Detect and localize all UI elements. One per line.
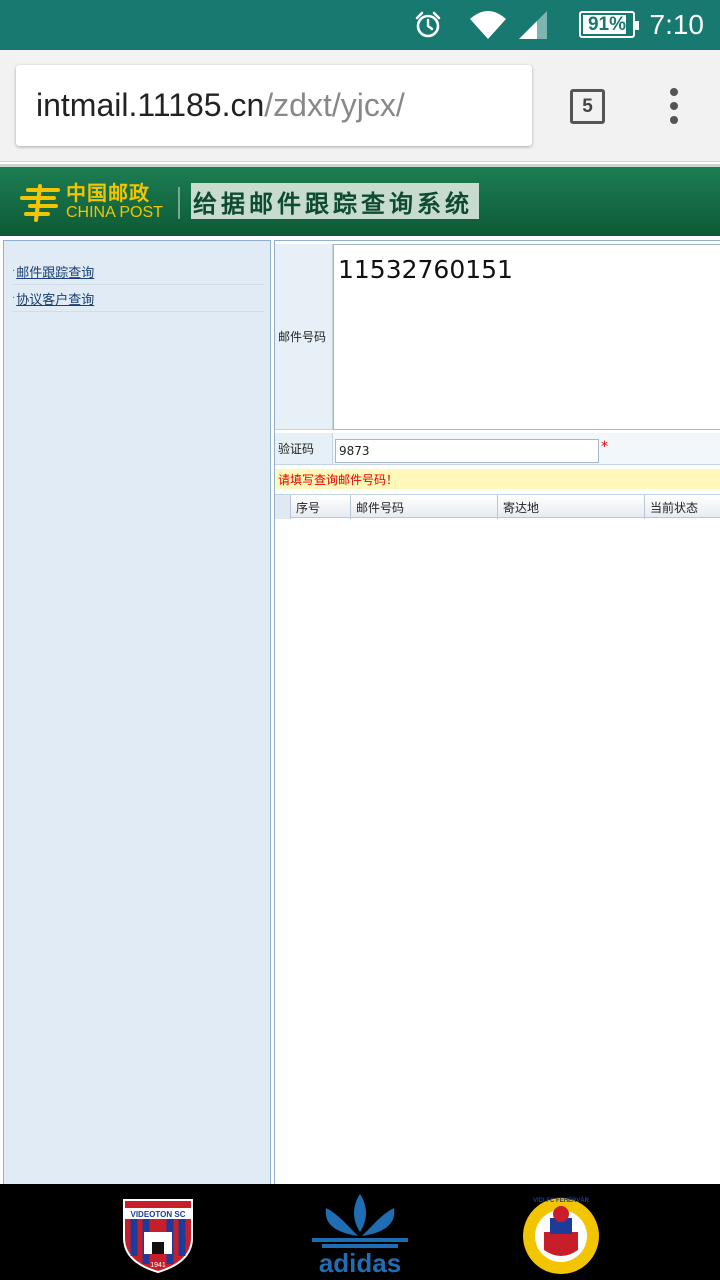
battery-percent: 91% — [587, 13, 627, 35]
captcha-label: 验证码 — [275, 433, 333, 465]
bullet-icon: · — [12, 265, 16, 277]
adidas-wordmark: adidas — [319, 1248, 401, 1276]
bullet-icon: · — [12, 292, 16, 304]
row-selector-header — [275, 495, 290, 519]
alarm-icon — [410, 0, 446, 50]
mail-number-textarea[interactable]: 11532760151 — [333, 244, 720, 430]
overflow-menu-icon[interactable] — [660, 84, 688, 128]
videoton-badge-icon: VIDEOTON SC 1941 — [118, 1196, 198, 1278]
adidas-logo: adidas — [308, 1192, 412, 1280]
china-post-logo[interactable]: 中国邮政 CHINA POST — [18, 181, 178, 223]
battery-icon: 91% — [579, 11, 639, 38]
column-header-destination[interactable]: 寄达地 — [497, 495, 644, 519]
sidebar-item-label[interactable]: 协议客户查询 — [16, 289, 94, 308]
captcha-row: 9873 * — [333, 433, 720, 465]
address-bar[interactable]: intmail.11185.cn/zdxt/yjcx/ — [16, 65, 532, 146]
sidebar-item-contract-customer[interactable]: · 协议客户查询 — [12, 285, 264, 312]
site-header: 中国邮政 CHINA POST 给据邮件跟踪查询系统 — [0, 164, 720, 236]
url-path: /zdxt/yjcx/ — [264, 87, 405, 123]
required-mark: * — [601, 439, 608, 455]
wifi-icon — [466, 0, 510, 50]
vidi-badge-icon: VIDI FC FEHÉRVÁR — [516, 1192, 606, 1280]
clock: 7:10 — [649, 9, 705, 40]
badge-year: 1941 — [150, 1262, 166, 1269]
logo-chinese: 中国邮政 — [66, 181, 150, 205]
logo-english: CHINA POST — [66, 204, 163, 221]
column-header-index[interactable]: 序号 — [290, 495, 350, 519]
tab-switcher-button[interactable]: 5 — [570, 89, 605, 124]
header-divider — [178, 187, 180, 219]
sidebar-item-label[interactable]: 邮件跟踪查询 — [16, 262, 94, 281]
results-table-header: 序号 邮件号码 寄达地 当前状态 — [275, 494, 720, 519]
number-label: 邮件号码 — [275, 244, 333, 430]
signal-icon — [516, 0, 550, 50]
browser-toolbar: intmail.11185.cn/zdxt/yjcx/ 5 — [0, 50, 720, 162]
url-host: intmail.11185.cn — [36, 87, 265, 123]
query-panel: 邮件号码 11532760151 验证码 9873 * 请填写查询邮件号码！ 序… — [274, 240, 720, 1186]
captcha-input[interactable]: 9873 — [335, 439, 599, 463]
badge-text: VIDEOTON SC — [131, 1210, 186, 1219]
sidebar: · 邮件跟踪查询 · 协议客户查询 — [3, 240, 271, 1186]
ad-banner[interactable]: VIDEOTON SC 1941 adidas VIDI FC FEHÉRVÁR — [0, 1184, 720, 1280]
validation-warning: 请填写查询邮件号码！ — [275, 469, 720, 489]
page-title: 给据邮件跟踪查询系统 — [191, 183, 479, 219]
sidebar-item-mail-tracking[interactable]: · 邮件跟踪查询 — [12, 258, 264, 285]
vidi-badge-text: VIDI FC FEHÉRVÁR — [533, 1196, 590, 1204]
column-header-status[interactable]: 当前状态 — [644, 495, 720, 519]
column-header-mail-number[interactable]: 邮件号码 — [350, 495, 497, 519]
status-bar: 91% 7:10 — [0, 0, 720, 50]
china-post-emblem-icon — [18, 182, 62, 222]
